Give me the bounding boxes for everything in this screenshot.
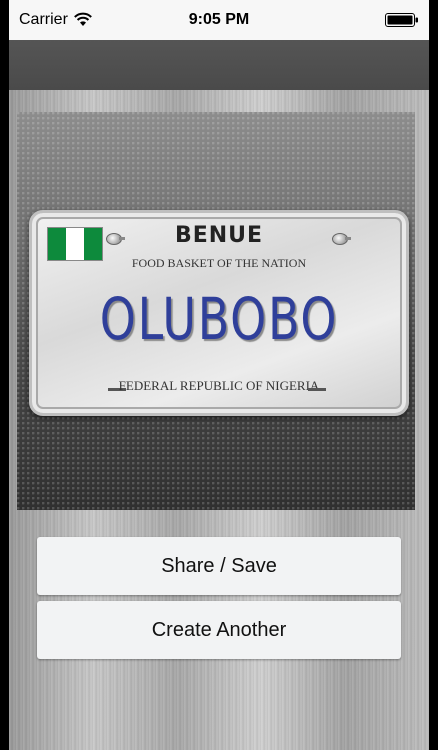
plate-country: FEDERAL REPUBLIC OF NIGERIA — [118, 378, 320, 393]
status-time: 9:05 PM — [188, 11, 250, 28]
plate-slogan: FOOD BASKET OF THE NATION — [131, 256, 307, 270]
license-plate: BENUE FOOD BASKET OF THE NATION OLUBOBO … — [29, 210, 409, 416]
share-save-button[interactable]: Share / Save — [37, 537, 401, 595]
status-bar: Carrier 9:05 PM — [9, 0, 429, 40]
brushed-metal-background: BENUE FOOD BASKET OF THE NATION OLUBOBO … — [9, 90, 429, 750]
plate-image: BENUE FOOD BASKET OF THE NATION OLUBOBO … — [17, 112, 415, 510]
divider — [308, 388, 326, 391]
create-another-button[interactable]: Create Another — [37, 601, 401, 659]
navigation-bar — [9, 40, 429, 90]
phone-screen: Carrier 9:05 PM BENUE FOOD BASKET OF THE… — [9, 0, 429, 750]
plate-number: OLUBOBO — [99, 285, 339, 353]
battery-icon — [385, 13, 418, 27]
plate-state-name: BENUE — [174, 223, 264, 248]
